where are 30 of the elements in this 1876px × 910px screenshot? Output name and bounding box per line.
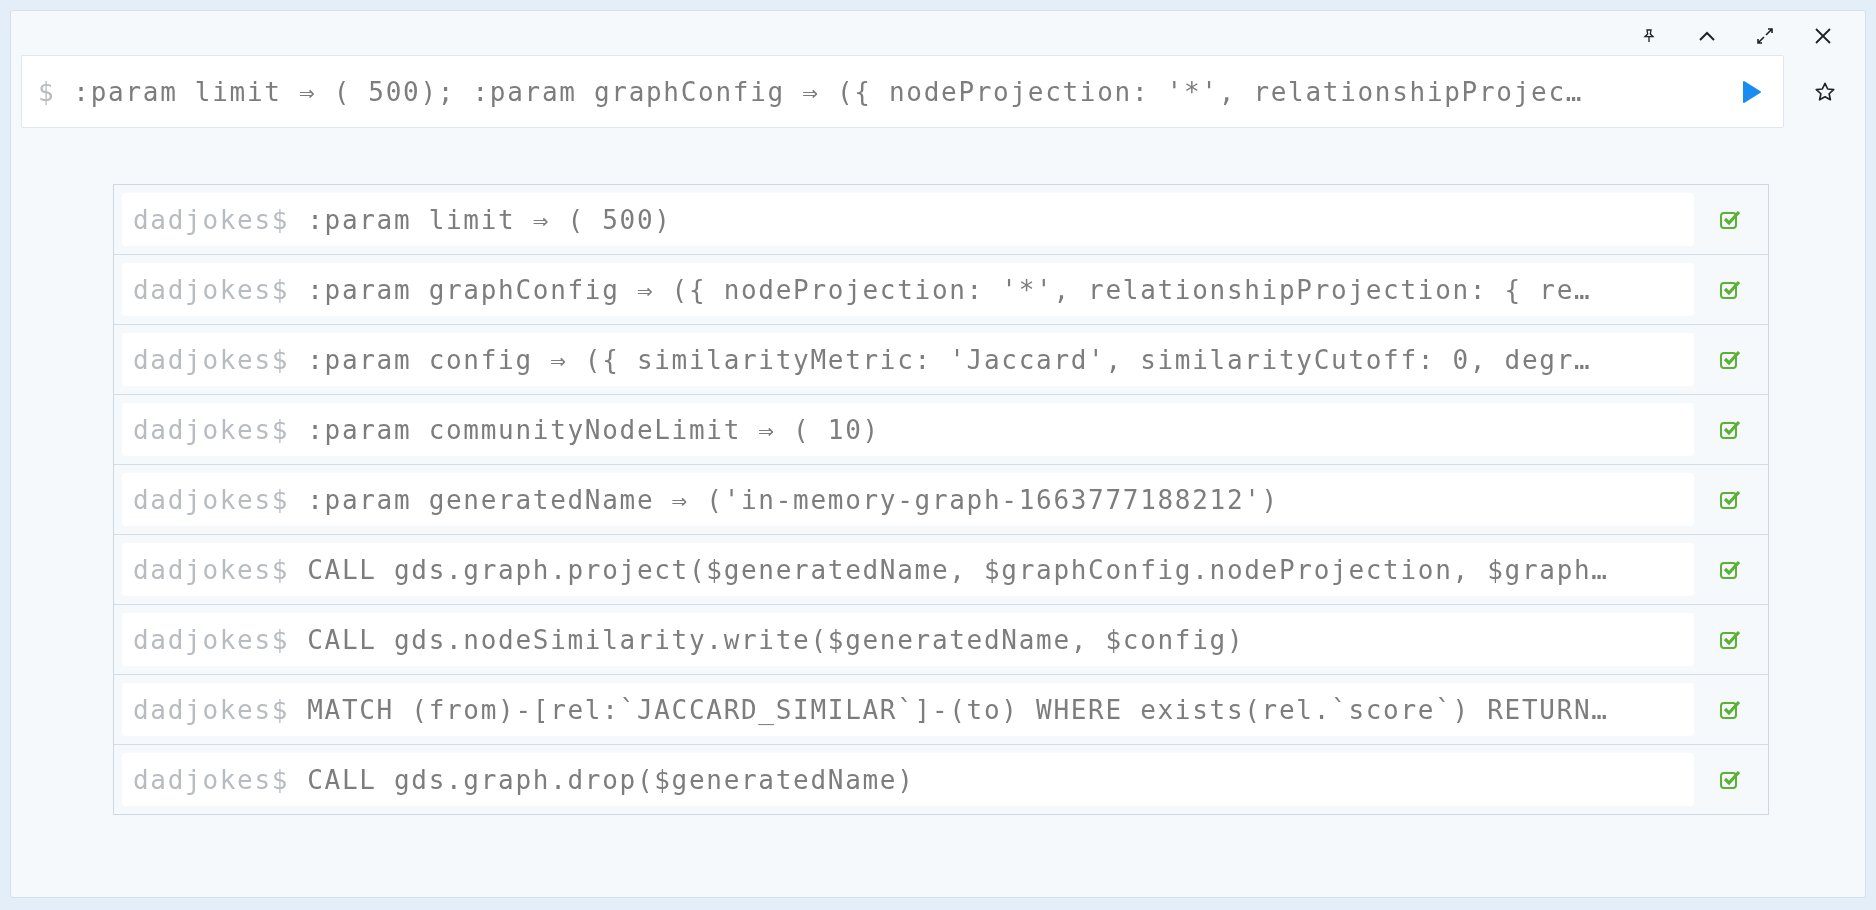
query-editor[interactable]: $ :param limit ⇒ ( 500); :param graphConfig ⇒ ({ nodeProjection: '*', relationshipProjec… <box>21 55 1784 128</box>
prompt-text: dadjokes$ <box>133 694 290 725</box>
command-text: :param generatedName ⇒ ('in-memory-graph-1663777188212') <box>307 484 1279 515</box>
prompt-text: dadjokes$ <box>133 624 290 655</box>
prompt-text: dadjokes$ <box>133 764 290 795</box>
command-text: CALL gds.nodeSimilarity.write($generatedName, $config) <box>307 624 1245 655</box>
prompt-text: dadjokes$ <box>133 414 290 445</box>
prompt-text: dadjokes$ <box>133 344 290 375</box>
prompt-text: dadjokes$ <box>133 484 290 515</box>
command-text: CALL gds.graph.project($generatedName, $graphConfig.nodeProjection, $graph… <box>307 554 1609 585</box>
prompt-text: dadjokes$ <box>133 204 290 235</box>
history-entry[interactable]: dadjokes$ MATCH (from)-[rel:`JACCARD_SIMILAR`]-(to) WHERE exists(rel.`score`) RETURN… <box>122 683 1694 736</box>
history-entry[interactable]: dadjokes$ :param limit ⇒ ( 500) <box>122 193 1694 246</box>
command-text: :param communityNodeLimit ⇒ ( 10) <box>307 414 880 445</box>
history-entry[interactable]: dadjokes$ CALL gds.graph.drop($generatedName) <box>122 753 1694 806</box>
history-entry[interactable]: dadjokes$ CALL gds.graph.project($generatedName, $graphConfig.nodeProjection, $graph… <box>122 543 1694 596</box>
history-entry[interactable]: dadjokes$ :param config ⇒ ({ similarityMetric: 'Jaccard', similarityCutoff: 0, degr… <box>122 333 1694 386</box>
history-entry[interactable]: dadjokes$ :param generatedName ⇒ ('in-memory-graph-1663777188212') <box>122 473 1694 526</box>
command-text: :param config ⇒ ({ similarityMetric: 'Jaccard', similarityCutoff: 0, degr… <box>307 344 1592 375</box>
query-text: :param limit ⇒ ( 500); :param graphConfig ⇒ ({ nodeProjection: '*', relationshipProjec… <box>73 76 1584 107</box>
history-entry[interactable]: dadjokes$ CALL gds.nodeSimilarity.write($generatedName, $config) <box>122 613 1694 666</box>
command-text: CALL gds.graph.drop($generatedName) <box>307 764 915 795</box>
command-text: :param limit ⇒ ( 500) <box>307 204 672 235</box>
command-text: MATCH (from)-[rel:`JACCARD_SIMILAR`]-(to) WHERE exists(rel.`score`) RETURN… <box>307 694 1609 725</box>
history-entry[interactable]: dadjokes$ :param communityNodeLimit ⇒ ( 10) <box>122 403 1694 456</box>
prompt-text: dadjokes$ <box>133 274 290 305</box>
history-entry[interactable]: dadjokes$ :param graphConfig ⇒ ({ nodeProjection: '*', relationshipProjection: { re… <box>122 263 1694 316</box>
prompt-symbol: $ <box>38 76 56 107</box>
prompt-text: dadjokes$ <box>133 554 290 585</box>
command-text: :param graphConfig ⇒ ({ nodeProjection: '*', relationshipProjection: { re… <box>307 274 1592 305</box>
